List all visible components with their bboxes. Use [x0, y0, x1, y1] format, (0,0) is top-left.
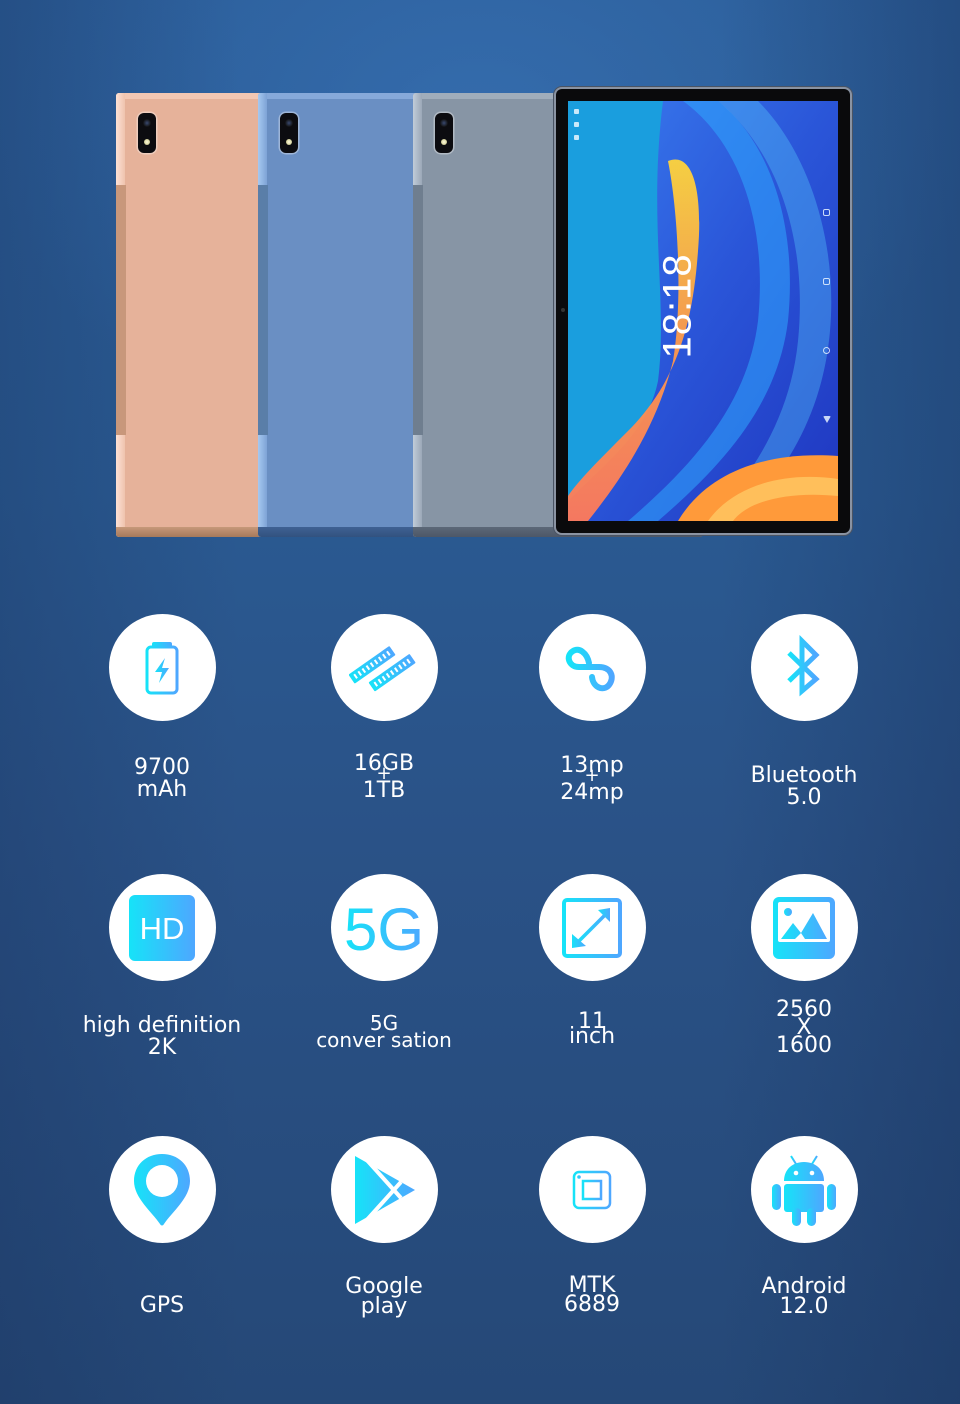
icon-circle — [330, 614, 438, 721]
front-camera-icon — [561, 308, 565, 312]
screen-size-icon — [562, 897, 622, 958]
ram-stick-icon — [349, 645, 416, 691]
feature-network: 5G 5G conver sation — [274, 874, 494, 1050]
rear-camera-icon — [435, 113, 453, 153]
google-play-icon — [355, 1155, 415, 1224]
5g-icon: 5G — [344, 896, 424, 963]
icon-circle — [538, 1136, 646, 1243]
rear-camera-icon — [138, 113, 156, 153]
feature-label: MTK 6889 — [564, 1273, 620, 1317]
tablet-back-blue — [258, 93, 420, 537]
feature-gps: GPS — [52, 1136, 272, 1318]
icon-circle — [108, 614, 216, 721]
feature-display: HD high definition 2K — [52, 874, 272, 1060]
back-icon — [823, 416, 831, 423]
location-pin-icon — [134, 1153, 190, 1225]
bluetooth-icon — [787, 634, 820, 696]
processor-chip-icon — [560, 1157, 624, 1222]
icon-circle — [750, 1136, 858, 1243]
icon-circle — [750, 614, 858, 721]
feature-os: Android 12.0 — [694, 1136, 914, 1318]
home-icon — [823, 347, 830, 354]
nav-bar — [823, 209, 831, 485]
battery-charging-icon — [145, 641, 179, 694]
feature-label: 11 inch — [568, 1009, 616, 1049]
icon-circle: 5G — [330, 874, 438, 981]
feature-label: 9700 mAh — [134, 755, 190, 802]
status-bar — [574, 109, 580, 148]
feature-label: 2560 X 1600 — [776, 997, 832, 1058]
feature-store: Google play — [274, 1136, 494, 1318]
icon-circle — [538, 874, 646, 981]
svg-text:HD: HD — [140, 911, 185, 946]
feature-label: 16GB + 1TB — [353, 751, 415, 803]
feature-label: 13mp + 24mp — [560, 753, 624, 805]
feature-size: 11 inch — [482, 874, 702, 1049]
hd-icon: HD — [129, 894, 195, 961]
tablet-front: 18:18 — [556, 89, 850, 533]
feature-label: Android 12.0 — [761, 1274, 847, 1319]
svg-text:5G: 5G — [344, 896, 424, 963]
feature-label: high definition 2K — [82, 1013, 242, 1060]
image-icon — [773, 896, 835, 959]
feature-bluetooth: Bluetooth 5.0 — [694, 614, 914, 810]
feature-battery: 9700 mAh — [52, 614, 272, 802]
tablet-back-rose-gold — [116, 93, 268, 537]
feature-camera: 13mp + 24mp — [482, 614, 702, 805]
tablet-screen: 18:18 — [568, 101, 838, 521]
recents-icon — [823, 278, 830, 285]
feature-resolution: 2560 X 1600 — [694, 874, 914, 1057]
rear-camera-icon — [280, 113, 298, 153]
icon-circle — [108, 1136, 216, 1243]
android-icon — [772, 1154, 836, 1226]
feature-cpu: MTK 6889 — [482, 1136, 702, 1316]
icon-circle: HD — [108, 874, 216, 981]
icon-circle — [538, 614, 646, 721]
wallpaper — [568, 101, 838, 521]
feature-label: Bluetooth 5.0 — [750, 763, 858, 810]
feature-label: Google play — [345, 1274, 423, 1319]
product-hero: 18:18 — [0, 0, 960, 560]
icon-circle — [330, 1136, 438, 1243]
lockscreen-clock: 18:18 — [655, 253, 700, 359]
feature-label: 5G conver sation — [316, 1011, 452, 1052]
feature-label: GPS — [139, 1293, 185, 1318]
feature-memory: 16GB + 1TB — [274, 614, 494, 803]
screenshot-icon — [823, 209, 830, 216]
infinity-loop-icon — [565, 646, 615, 691]
icon-circle — [750, 874, 858, 981]
